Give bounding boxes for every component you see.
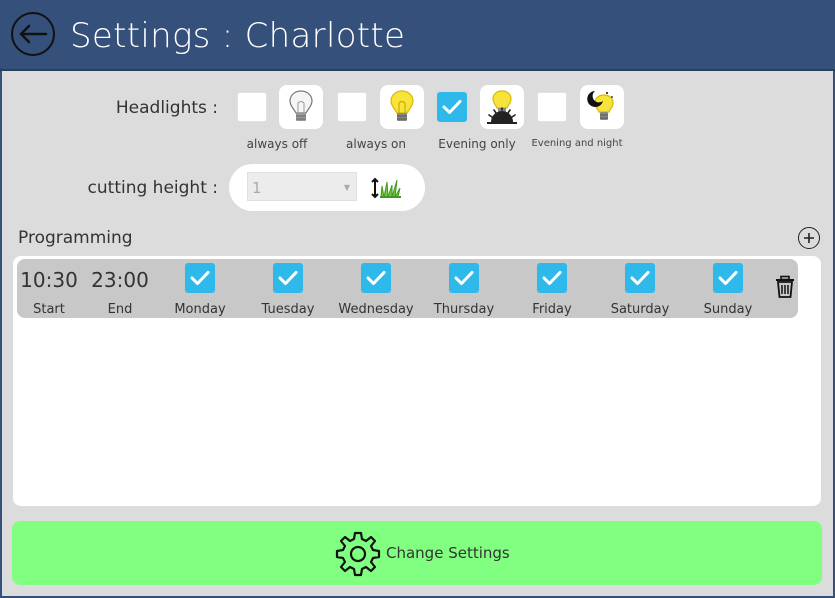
monday-checkbox[interactable] (185, 263, 215, 293)
start-time[interactable]: 10:30 (20, 268, 78, 292)
thursday-checkbox[interactable] (449, 263, 479, 293)
cutting-height-value: 1 (252, 179, 262, 197)
tuesday-label: Tuesday (261, 302, 315, 317)
grass-height-icon (371, 177, 401, 199)
wednesday-checkbox[interactable] (361, 263, 391, 293)
trash-icon[interactable] (774, 275, 796, 299)
headlights-evening-night-caption: Evening and night (531, 138, 623, 149)
gear-icon (335, 531, 381, 577)
checkmark-icon (366, 271, 386, 285)
arrow-left-icon (19, 24, 48, 44)
end-label: End (107, 302, 133, 317)
cutting-height-select[interactable]: 1 ▼ (247, 172, 357, 201)
headlights-evening-night-checkbox[interactable] (537, 92, 567, 122)
saturday-checkbox[interactable] (625, 263, 655, 293)
headlights-always-on-caption: always on (346, 137, 406, 151)
saturday-label: Saturday (610, 302, 670, 317)
checkmark-icon (718, 271, 738, 285)
header-bar: Settings : Charlotte (0, 0, 835, 71)
change-settings-label: Change Settings (386, 544, 510, 562)
back-button[interactable] (11, 12, 55, 56)
programming-label: Programming (18, 228, 133, 248)
headlights-evening-only-caption: Evening only (438, 137, 516, 151)
headlights-evening-only-checkbox[interactable] (437, 92, 467, 122)
chevron-down-icon: ▼ (343, 183, 350, 192)
headlights-label: Headlights : (115, 98, 218, 118)
monday-label: Monday (174, 302, 226, 317)
thursday-label: Thursday (433, 302, 495, 317)
end-time[interactable]: 23:00 (89, 268, 151, 292)
checkmark-icon (454, 271, 474, 285)
headlights-always-on-checkbox[interactable] (337, 92, 367, 122)
friday-label: Friday (532, 302, 572, 317)
change-settings-button[interactable]: Change Settings (12, 521, 822, 585)
headlights-always-off-caption: always off (246, 137, 308, 151)
bulb-off-icon (279, 85, 323, 129)
wednesday-label: Wednesday (338, 302, 414, 317)
page-title: Settings : Charlotte (70, 16, 406, 56)
bulb-on-icon (380, 85, 424, 129)
checkmark-icon (190, 271, 210, 285)
checkmark-icon (542, 271, 562, 285)
friday-checkbox[interactable] (537, 263, 567, 293)
checkmark-icon (278, 271, 298, 285)
checkmark-icon (630, 271, 650, 285)
headlights-always-off-checkbox[interactable] (237, 92, 267, 122)
tuesday-checkbox[interactable] (273, 263, 303, 293)
cutting-height-label: cutting height : (87, 178, 218, 198)
checkmark-icon (442, 100, 462, 114)
sunday-checkbox[interactable] (713, 263, 743, 293)
sunday-label: Sunday (703, 302, 753, 317)
start-label: Start (33, 302, 65, 317)
bulb-sunset-icon (480, 85, 524, 129)
bulb-moon-icon (580, 85, 624, 129)
plus-icon (804, 233, 814, 243)
add-program-button[interactable] (798, 227, 820, 249)
